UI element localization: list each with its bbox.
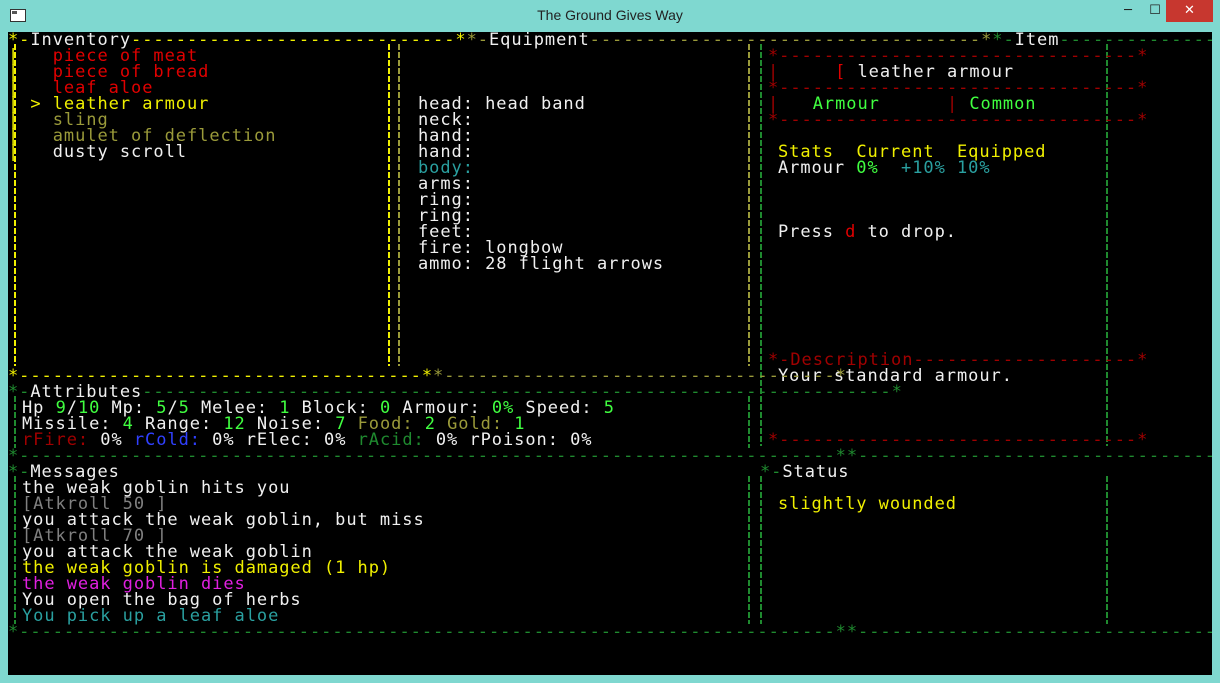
title-bar[interactable]: The Ground Gives Way ─ ☐ ✕: [0, 0, 1220, 32]
item-right-border: [1106, 44, 1108, 446]
minimize-button[interactable]: ─: [1114, 0, 1142, 22]
inventory-right-border: [388, 44, 390, 366]
messages-left-border: [14, 476, 16, 624]
terminal-screen[interactable]: *-Inventory-----------------------------…: [8, 32, 1212, 675]
status-left-border: [760, 476, 762, 624]
attributes-right-border: [748, 396, 750, 448]
messages-right-border: [748, 476, 750, 624]
window-title: The Ground Gives Way: [537, 7, 683, 23]
row-bottom-borders: *---------------------------------------…: [8, 622, 1212, 642]
inventory-item[interactable]: dusty scroll: [53, 142, 187, 162]
status-right-border: [1106, 476, 1108, 624]
maximize-button[interactable]: ☐: [1141, 0, 1169, 22]
drop-hint: Press d to drop.: [778, 222, 957, 242]
close-button[interactable]: ✕: [1166, 0, 1213, 22]
status-text: slightly wounded: [778, 494, 957, 514]
stats-row: Armour 0% +10% 10%: [778, 158, 991, 178]
drop-key[interactable]: d: [845, 222, 856, 242]
equipment-right-border: [748, 44, 750, 366]
item-divider-2: *--------------------------------*: [768, 110, 1149, 130]
inventory-line-7[interactable]: | dusty scroll: [8, 142, 187, 162]
inventory-left-border: [14, 44, 16, 366]
row-lower-borders: *---------------------------------------…: [8, 446, 1212, 466]
equipment-title: Equipment: [488, 32, 590, 50]
attributes-left-border: [14, 396, 16, 448]
equipment-slot[interactable]: ammo: 28 flight arrows: [418, 256, 664, 273]
game-window: The Ground Gives Way ─ ☐ ✕ *-Inventory--…: [0, 0, 1220, 683]
equipment-left-border: [398, 44, 400, 366]
status-title-row: *-Status: [760, 462, 850, 482]
status-title: Status: [782, 462, 850, 482]
